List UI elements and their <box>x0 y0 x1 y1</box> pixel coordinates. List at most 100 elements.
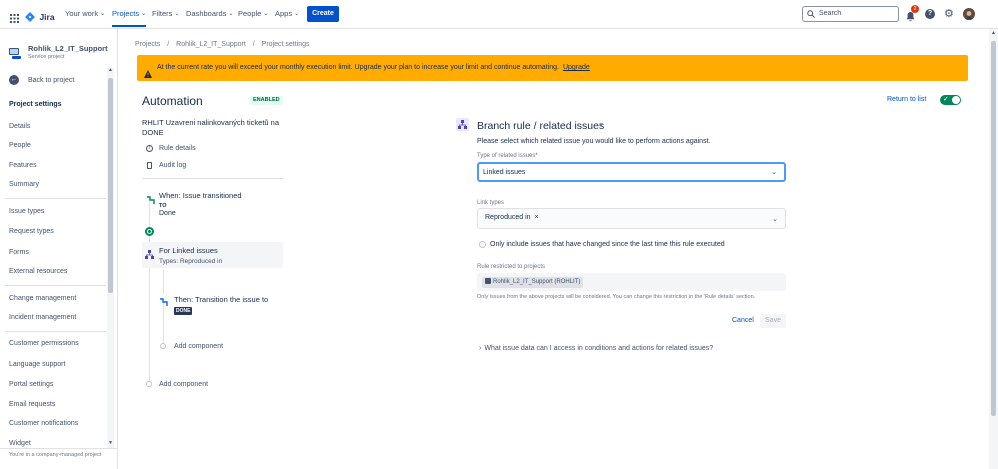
link-type-tag-label: Reproduced in <box>485 214 531 221</box>
checkmark-icon: ✓ <box>943 96 949 103</box>
scroll-up-icon[interactable]: ▲ <box>991 30 996 36</box>
chevron-down-icon: ⌄ <box>294 11 300 17</box>
project-name: Rohlik_L2_IT_Support <box>28 44 108 53</box>
add-node-icon <box>160 343 166 349</box>
info-icon: i <box>146 145 153 152</box>
breadcrumb-separator: / <box>252 41 255 48</box>
action-status-badge: DONE <box>174 307 193 315</box>
panel-description: Please select which related issue you wo… <box>477 138 711 145</box>
search-icon <box>807 10 815 24</box>
sidebar-item-request-types[interactable]: Request types <box>9 228 54 235</box>
scroll-down-icon[interactable]: ▼ <box>108 440 113 446</box>
restricted-projects-field: Rohlik_L2_IT_Support (ROHLIT) <box>477 273 786 291</box>
arrow-left-circle-icon: ← <box>9 75 19 85</box>
sidebar-item-external-resources[interactable]: External resources <box>9 268 67 275</box>
chevron-right-icon: › <box>479 345 482 352</box>
return-to-list-link[interactable]: Return to list <box>887 96 926 103</box>
nav-filters-label: Filters <box>152 9 173 18</box>
scrollbar-thumb[interactable] <box>108 78 113 293</box>
restricted-project-name: Rohlik_L2_IT_Support (ROHLIT) <box>493 279 581 285</box>
sidebar-item-incident-management[interactable]: Incident management <box>9 314 76 321</box>
sidebar-footer-text: You're in a company-managed project <box>9 452 102 458</box>
chevron-down-icon: ⌄ <box>141 11 147 17</box>
sidebar-item-features[interactable]: Features <box>9 162 37 169</box>
nav-people[interactable]: People ⌄ <box>238 9 268 18</box>
sidebar-item-issue-types[interactable]: Issue types <box>9 208 44 215</box>
sidebar-footer-divider <box>0 448 118 449</box>
sidebar-item-change-management[interactable]: Change management <box>9 295 76 302</box>
faq-expander[interactable]: › What issue data can I access in conditi… <box>479 337 713 355</box>
breadcrumb-project[interactable]: Rohlik_L2_IT_Support <box>176 41 246 48</box>
sidebar-item-widget[interactable]: Widget <box>9 440 31 447</box>
sidebar-divider <box>5 285 106 286</box>
sidebar-item-details[interactable]: Details <box>9 123 30 130</box>
top-navigation: Jira Your work ⌄ Projects ⌄ Filters ⌄ Dashb… <box>0 0 998 29</box>
trigger-title: When: Issue transitioned <box>159 191 242 200</box>
feedback-icon[interactable]: ♥ <box>599 122 603 129</box>
breadcrumb-project-settings[interactable]: Project settings <box>262 41 310 48</box>
flow-node-current <box>145 227 154 236</box>
panel-title: Branch rule / related issues <box>477 120 605 132</box>
trigger-value: Done <box>159 210 176 217</box>
settings-gear-icon[interactable]: ⚙ <box>944 8 954 20</box>
sidebar-divider <box>5 198 106 199</box>
changed-since-checkbox[interactable] <box>479 241 486 248</box>
nav-your-work-label: Your work <box>65 9 99 18</box>
sidebar-item-customer-notifications[interactable]: Customer notifications <box>9 420 78 427</box>
sidebar-item-portal-settings[interactable]: Portal settings <box>9 381 53 388</box>
save-button[interactable]: Save <box>760 314 786 328</box>
cancel-button[interactable]: Cancel <box>732 317 754 324</box>
rule-enabled-toggle[interactable]: ✓ <box>940 95 961 105</box>
branch-panel-icon <box>456 118 469 131</box>
nav-projects[interactable]: Projects ⌄ <box>112 9 147 27</box>
remove-tag-icon[interactable]: × <box>534 214 538 221</box>
link-types-select[interactable]: Reproduced in × ⌄ <box>477 208 786 229</box>
trigger-component[interactable]: When: Issue transitioned TO Done <box>144 188 283 224</box>
nav-apps-label: Apps <box>275 9 293 18</box>
sidebar-item-forms[interactable]: Forms <box>9 249 29 256</box>
divider <box>142 178 283 179</box>
action-component[interactable]: Then: Transition the issue to DONE <box>158 292 283 316</box>
branch-component[interactable]: For Linked issues Types: Reproduced in <box>142 242 283 268</box>
sidebar-section-title: Project settings <box>9 101 62 108</box>
back-to-project-label: Back to project <box>28 77 75 84</box>
project-avatar-icon <box>9 46 21 59</box>
jira-logo-icon <box>25 11 35 22</box>
user-avatar[interactable] <box>963 8 975 20</box>
sidebar-item-email-requests[interactable]: Email requests <box>9 401 55 408</box>
restricted-project-tag: Rohlik_L2_IT_Support (ROHLIT) <box>482 277 584 288</box>
trigger-to-label: TO <box>159 203 167 209</box>
create-button[interactable]: Create <box>307 6 339 22</box>
sidebar-item-language-support[interactable]: Language support <box>9 361 65 368</box>
app-switcher-icon[interactable] <box>10 10 19 23</box>
search-input[interactable]: Search <box>802 6 899 22</box>
branch-icon <box>145 246 154 259</box>
required-marker: * <box>535 153 538 159</box>
jira-logo[interactable]: Jira <box>25 8 55 22</box>
document-icon <box>147 162 152 169</box>
banner-text: At the current rate you will exceed your… <box>157 64 559 71</box>
scroll-up-icon[interactable]: ▲ <box>108 67 113 73</box>
help-icon[interactable]: ? <box>925 9 935 19</box>
restricted-projects-label: Rule restricted to projects <box>477 264 546 270</box>
nav-filters[interactable]: Filters ⌄ <box>152 9 179 18</box>
sidebar-scrollbar[interactable]: ▲ ▼ <box>107 67 114 449</box>
project-sidebar: Rohlik_L2_IT_Support Service project ← B… <box>0 29 118 469</box>
related-issues-type-value: Linked issues <box>483 169 526 176</box>
page-scrollbar[interactable]: ▲ <box>989 29 998 469</box>
sidebar-item-people[interactable]: People <box>9 142 31 149</box>
sidebar-item-customer-permissions[interactable]: Customer permissions <box>9 340 79 347</box>
nav-projects-label: Projects <box>112 9 140 18</box>
add-node-icon <box>146 381 152 387</box>
changed-since-label: Only include issues that have changed si… <box>490 241 725 248</box>
add-component-inner-label: Add component <box>174 343 224 350</box>
link-type-tag: Reproduced in × <box>485 214 539 221</box>
nav-apps[interactable]: Apps ⌄ <box>275 9 299 18</box>
related-issues-type-select[interactable]: Linked issues ⌄ <box>477 162 786 182</box>
breadcrumb-projects[interactable]: Projects <box>135 41 160 48</box>
nav-dashboards[interactable]: Dashboards ⌄ <box>186 9 233 18</box>
nav-your-work[interactable]: Your work ⌄ <box>65 9 105 18</box>
sidebar-item-summary[interactable]: Summary <box>9 181 39 188</box>
page-scrollbar-thumb[interactable] <box>991 41 996 416</box>
upgrade-link[interactable]: Upgrade <box>563 64 590 71</box>
